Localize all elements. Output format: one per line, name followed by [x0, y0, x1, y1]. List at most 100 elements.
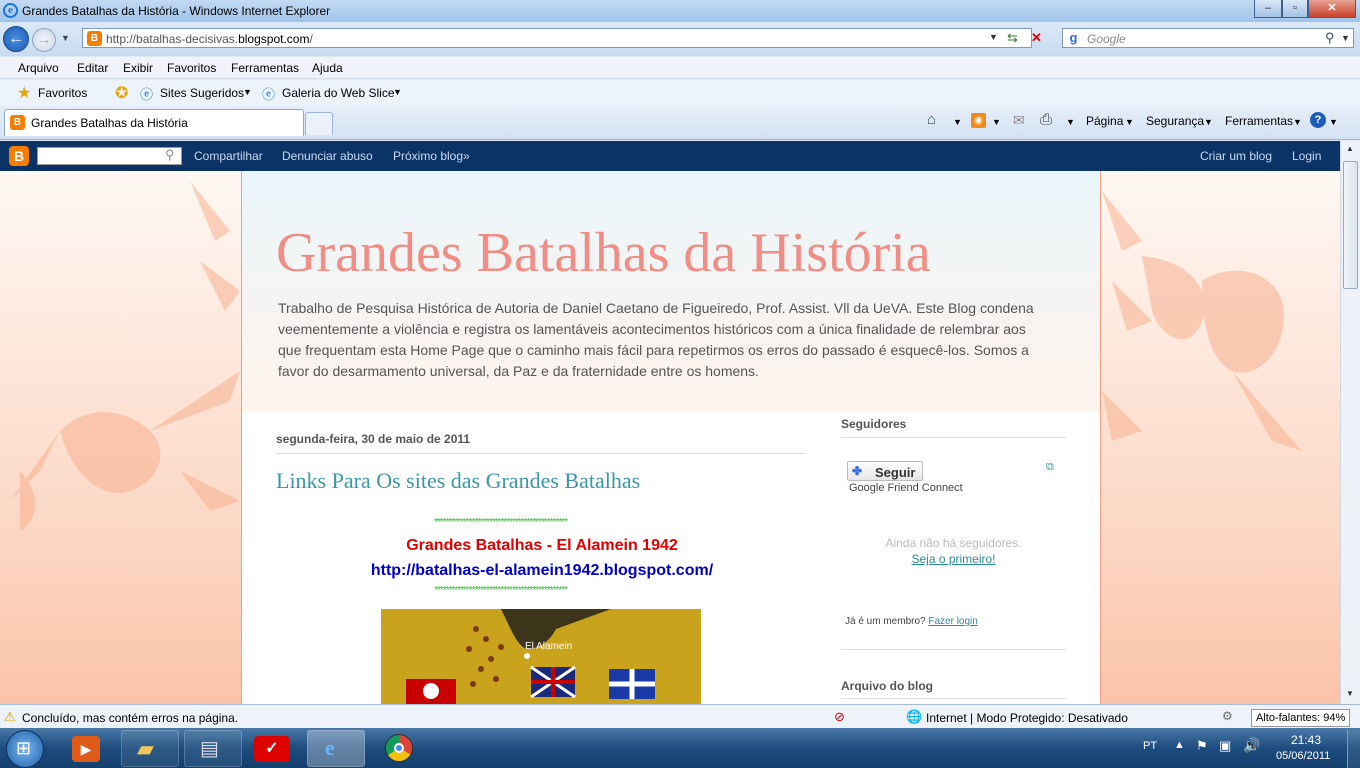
security-menu[interactable]: Segurança — [1146, 114, 1204, 128]
privacy-icon[interactable]: ⊘ — [834, 709, 845, 725]
create-blog-link[interactable]: Criar um blog — [1200, 149, 1272, 163]
follow-button-label: Seguir — [875, 465, 916, 480]
stop-icon[interactable]: ✕ — [1031, 30, 1042, 46]
scroll-up-icon[interactable]: ▲ — [1346, 144, 1354, 153]
stars-divider-top: ****************************************… — [434, 517, 568, 528]
warning-icon[interactable]: ⚠ — [4, 709, 16, 725]
history-dropdown-icon[interactable]: ▼ — [61, 33, 70, 43]
login-link[interactable]: Login — [1292, 149, 1321, 163]
tab-grandes-batalhas[interactable]: B Grandes Batalhas da História — [4, 109, 304, 136]
menu-exibir[interactable]: Exibir — [123, 61, 153, 75]
report-abuse-link[interactable]: Denunciar abuso — [282, 149, 373, 163]
new-tab-button[interactable] — [305, 112, 333, 135]
clock-date[interactable]: 05/06/2011 — [1276, 750, 1330, 762]
blog-search-icon[interactable]: ⚲ — [165, 147, 175, 163]
ie-page-icon: ⓔ — [140, 87, 154, 102]
member-login-link[interactable]: Fazer login — [928, 616, 977, 627]
address-dropdown-icon[interactable]: ▼ — [989, 32, 998, 42]
blog-page: Grandes Batalhas da História Trabalho de… — [0, 171, 1340, 704]
page-menu[interactable]: Página — [1086, 114, 1123, 128]
antivirus-icon[interactable]: ✓ — [254, 736, 290, 762]
follow-button[interactable]: ✤ Seguir — [847, 461, 923, 481]
volume-tooltip: Alto-falantes: 94% — [1251, 709, 1351, 727]
blogger-favicon-icon: B — [87, 31, 102, 46]
zoom-icon[interactable]: ⚙ — [1222, 709, 1233, 723]
folder-icon: ▰ — [137, 736, 154, 761]
back-button[interactable]: ← — [3, 26, 29, 52]
home-dropdown-icon[interactable]: ▼ — [953, 117, 962, 127]
chrome-icon[interactable] — [385, 734, 413, 762]
favorites-button[interactable]: Favoritos — [38, 86, 87, 100]
tools-menu[interactable]: Ferramentas — [1225, 114, 1293, 128]
webslice-dropdown-icon[interactable]: ▼ — [393, 87, 402, 97]
webslice-gallery-link[interactable]: Galeria do Web Slice — [282, 86, 395, 100]
home-icon[interactable]: ⌂ — [927, 111, 936, 128]
blog-search-input[interactable]: ⚲ — [37, 147, 182, 165]
search-box[interactable]: g Google ⚲ ▼ — [1062, 28, 1354, 48]
zone-text[interactable]: Internet | Modo Protegido: Desativado — [926, 711, 1128, 725]
vertical-scrollbar[interactable]: ▲ ▼ — [1340, 141, 1360, 704]
status-text: Concluído, mas contém erros na página. — [22, 711, 239, 725]
tools-dropdown-icon[interactable]: ▼ — [1293, 117, 1302, 127]
menu-editar[interactable]: Editar — [77, 61, 108, 75]
taskbar-ie[interactable]: e — [307, 730, 365, 767]
tab-label: Grandes Batalhas da História — [31, 116, 188, 130]
scrollbar-thumb[interactable] — [1343, 161, 1358, 289]
menu-arquivo[interactable]: Arquivo — [18, 61, 59, 75]
menu-ferramentas[interactable]: Ferramentas — [231, 61, 299, 75]
suggested-dropdown-icon[interactable]: ▼ — [243, 87, 252, 97]
start-button[interactable]: ⊞ — [6, 730, 44, 768]
add-favorite-icon[interactable]: ✪ — [115, 83, 128, 103]
blog-title[interactable]: Grandes Batalhas da História — [276, 221, 931, 285]
popout-icon[interactable]: ⧉ — [1046, 461, 1054, 474]
show-desktop-button[interactable] — [1347, 730, 1360, 768]
ie-taskbar-icon: e — [325, 735, 335, 760]
read-mail-icon[interactable]: ✉ — [1013, 112, 1025, 129]
blogger-logo-icon[interactable]: B — [9, 146, 29, 166]
menu-ajuda[interactable]: Ajuda — [312, 61, 343, 75]
address-url: http://batalhas-decisivas.blogspot.com/ — [106, 32, 313, 46]
help-icon[interactable]: ? — [1310, 112, 1326, 128]
next-blog-link[interactable]: Próximo blog» — [393, 149, 470, 163]
search-icon[interactable]: ⚲ — [1325, 30, 1335, 46]
el-alamein-link[interactable]: http://batalhas-el-alamein1942.blogspot.… — [332, 562, 752, 580]
tray-expand-icon[interactable]: ▲ — [1174, 739, 1185, 751]
status-bar: ⚠ Concluído, mas contém erros na página.… — [0, 704, 1360, 728]
ie-logo-icon: e — [3, 3, 18, 18]
close-window-button[interactable]: ✕ — [1308, 0, 1356, 18]
help-dropdown-icon[interactable]: ▼ — [1329, 117, 1338, 127]
scroll-down-icon[interactable]: ▼ — [1346, 689, 1354, 698]
archive-divider — [841, 698, 1066, 699]
minimize-button[interactable]: – — [1254, 0, 1282, 18]
print-dropdown-icon[interactable]: ▼ — [1066, 117, 1075, 127]
search-input[interactable]: Google — [1087, 32, 1126, 46]
feeds-dropdown-icon[interactable]: ▼ — [992, 117, 1001, 127]
security-dropdown-icon[interactable]: ▼ — [1204, 117, 1213, 127]
media-player-icon[interactable]: ▶ — [72, 736, 100, 762]
language-indicator[interactable]: PT — [1143, 740, 1157, 752]
address-bar[interactable]: B http://batalhas-decisivas.blogspot.com… — [82, 28, 1042, 48]
refresh-icon[interactable]: ⇆ — [1007, 30, 1018, 46]
forward-button[interactable]: → — [32, 28, 56, 52]
search-options-icon[interactable]: ▼ — [1341, 33, 1350, 43]
maximize-button[interactable]: ▫ — [1282, 0, 1308, 18]
volume-icon[interactable]: 🔊 — [1243, 737, 1260, 754]
window-title-bar[interactable]: e Grandes Batalhas da História - Windows… — [0, 0, 1360, 22]
feeds-icon[interactable]: ◉ — [971, 113, 986, 128]
menu-favoritos[interactable]: Favoritos — [167, 61, 216, 75]
page-dropdown-icon[interactable]: ▼ — [1125, 117, 1134, 127]
menu-bar: Arquivo Editar Exibir Favoritos Ferramen… — [0, 57, 1360, 79]
clock-time[interactable]: 21:43 — [1291, 733, 1321, 747]
google-icon: g — [1069, 30, 1078, 45]
suggested-sites-link[interactable]: Sites Sugeridos — [160, 86, 244, 100]
be-first-link[interactable]: Seja o primeiro! — [841, 552, 1066, 566]
print-icon[interactable]: ⎙ — [1040, 111, 1052, 128]
window-title: Grandes Batalhas da História - Windows I… — [22, 4, 331, 18]
el-alamein-map-image[interactable]: El Alamein — [381, 609, 701, 704]
taskbar-app[interactable]: ▤ — [184, 730, 242, 767]
action-center-icon[interactable]: ⚑ — [1196, 738, 1208, 754]
taskbar-explorer[interactable]: ▰ — [121, 730, 179, 767]
network-icon[interactable]: ▣ — [1219, 738, 1231, 754]
share-link[interactable]: Compartilhar — [194, 149, 263, 163]
post-title[interactable]: Links Para Os sites das Grandes Batalhas — [276, 468, 640, 494]
